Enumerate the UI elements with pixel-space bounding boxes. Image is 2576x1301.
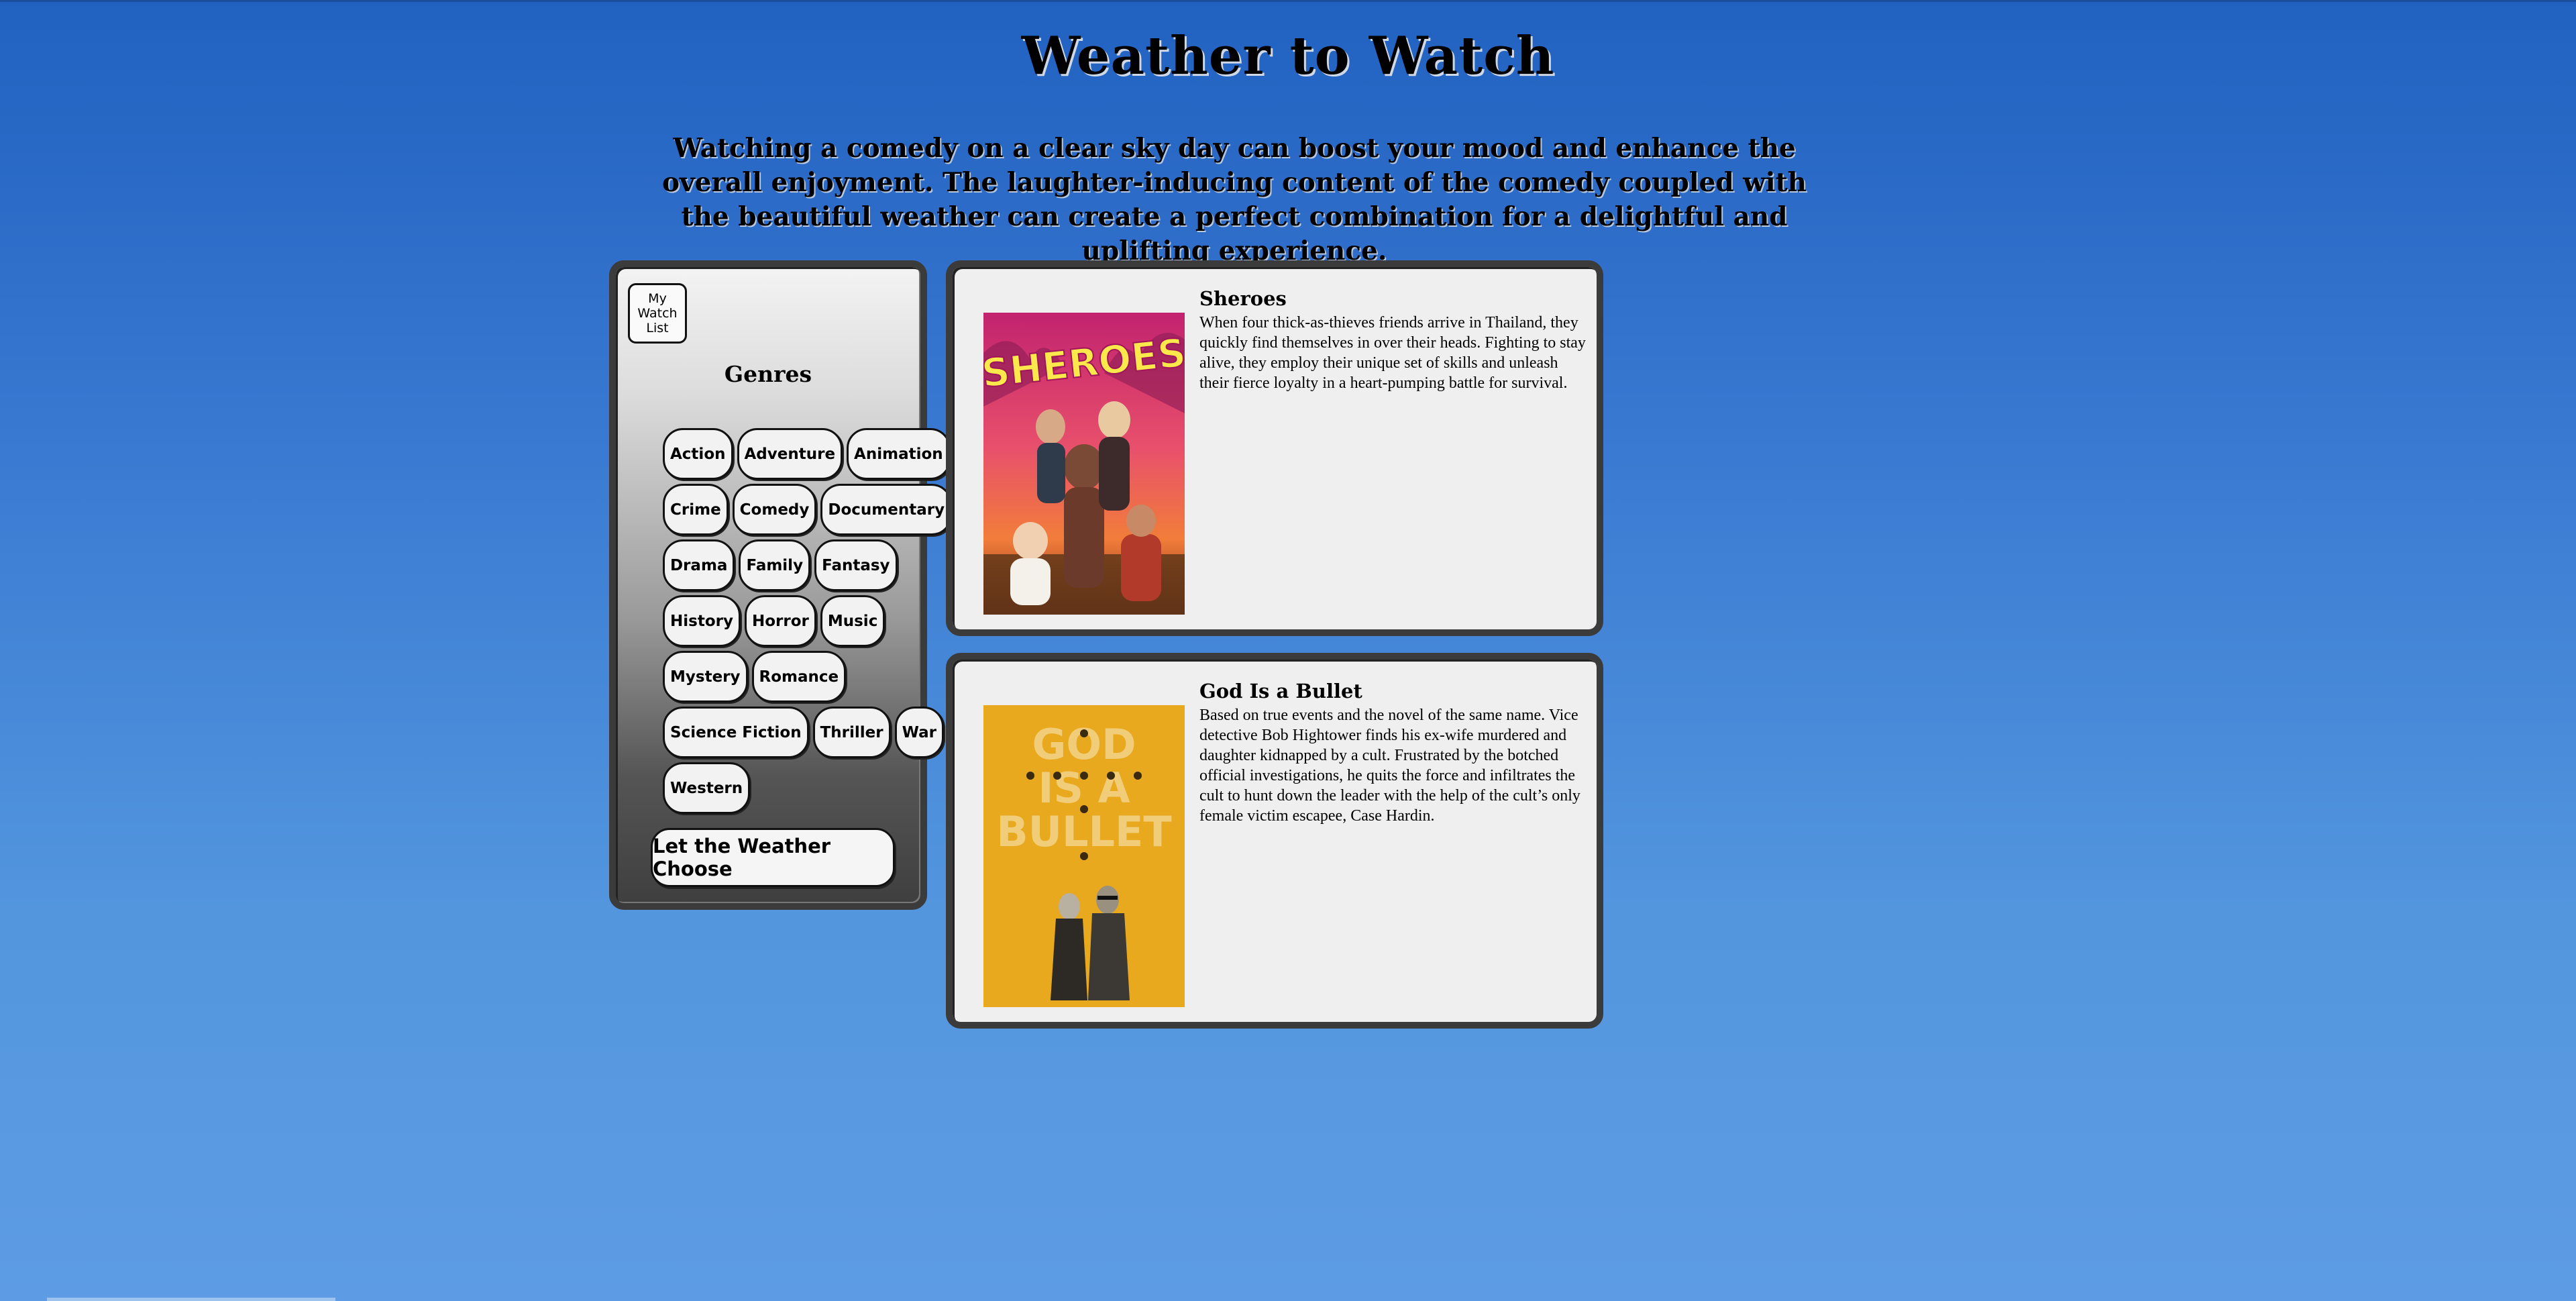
page-title: Weather to Watch [1021,25,1555,87]
poster-image: SHEROES [983,313,1185,615]
svg-text:BULLET: BULLET [996,807,1171,856]
genre-row: Action Adventure Animation [663,428,951,480]
genre-button-history[interactable]: History [663,595,741,647]
poster-image: GOD IS A BULLET [983,705,1185,1007]
genre-button-animation[interactable]: Animation [847,428,951,480]
movie-poster-sheroes[interactable]: SHEROES [983,313,1185,615]
movie-title[interactable]: Sheroes [1199,287,1589,310]
genre-sidebar: My Watch List Genres Action Adventure An… [609,260,953,910]
bottom-scroll-indicator [47,1298,335,1301]
genre-row: Drama Family Fantasy [663,539,911,591]
movie-poster-god-is-a-bullet[interactable]: GOD IS A BULLET [983,705,1185,1007]
genre-button-fantasy[interactable]: Fantasy [814,539,898,591]
genre-button-mystery[interactable]: Mystery [663,651,748,702]
genre-row: Western [663,762,911,814]
weather-intro-text: Watching a comedy on a clear sky day can… [661,133,1807,266]
genre-button-music[interactable]: Music [820,595,885,647]
svg-text:GOD: GOD [1032,720,1136,769]
movie-card[interactable]: SHEROES Sheroes When four thick-as-thiev… [946,260,1603,636]
genre-row: Crime Comedy Documentary [663,484,953,535]
my-watch-list-button[interactable]: My Watch List [628,283,687,344]
genre-button-action[interactable]: Action [663,428,733,480]
genre-button-western[interactable]: Western [663,762,751,814]
genre-button-documentary[interactable]: Documentary [820,484,953,535]
genre-button-crime[interactable]: Crime [663,484,729,535]
genre-button-science-fiction[interactable]: Science Fiction [663,707,809,758]
movie-description: When four thick-as-thieves friends arriv… [1199,314,1586,392]
genre-button-horror[interactable]: Horror [744,595,816,647]
genre-button-drama[interactable]: Drama [663,539,735,591]
genre-button-grid: Action Adventure Animation Crime Comedy … [663,428,953,818]
genre-button-romance[interactable]: Romance [751,651,847,702]
genre-row: Science Fiction Thriller War [663,707,945,758]
movie-title[interactable]: God Is a Bullet [1199,680,1589,702]
top-border [0,0,2576,2]
genre-button-war[interactable]: War [894,707,945,758]
movie-description: Based on true events and the novel of th… [1199,707,1580,825]
genre-button-thriller[interactable]: Thriller [812,707,891,758]
let-weather-choose-button[interactable]: Let the Weather Choose [651,828,895,887]
genre-row: Mystery Romance [663,651,911,702]
genre-button-comedy[interactable]: Comedy [732,484,817,535]
movie-card[interactable]: GOD IS A BULLET God Is a Bullet Based on… [946,653,1603,1029]
genre-button-family[interactable]: Family [739,539,811,591]
genre-row: History Horror Music [663,595,911,647]
genres-heading: Genres [724,361,812,387]
genre-button-adventure[interactable]: Adventure [737,428,843,480]
